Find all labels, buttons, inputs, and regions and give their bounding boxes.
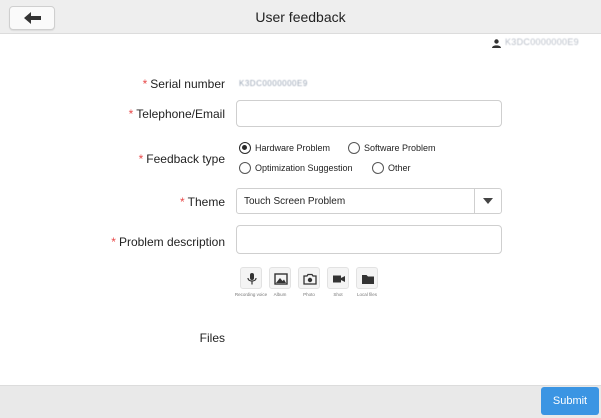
- local-files-label: Local files: [356, 292, 377, 297]
- header-bar: User feedback: [0, 0, 601, 34]
- radio-unchecked-icon: [348, 142, 360, 154]
- required-marker: *: [142, 77, 148, 91]
- theme-selected-value: Touch Screen Problem: [244, 196, 346, 207]
- user-id: K3DC0000000E9: [505, 37, 579, 47]
- local-files-button[interactable]: Local files: [350, 267, 384, 298]
- radio-checked-icon: [239, 142, 251, 154]
- theme-select[interactable]: Touch Screen Problem: [236, 188, 502, 214]
- radio-unchecked-icon: [372, 162, 384, 174]
- image-icon: [274, 273, 288, 285]
- serial-number-label: * Serial number: [142, 77, 225, 91]
- user-info: K3DC0000000E9: [0, 35, 601, 55]
- footer-bar: [0, 385, 601, 418]
- problem-description-label: * Problem description: [111, 235, 225, 249]
- serial-number-value: K3DC0000000E9: [239, 79, 308, 88]
- required-marker: *: [128, 107, 134, 121]
- page-title: User feedback: [255, 9, 346, 25]
- back-button[interactable]: [9, 6, 55, 30]
- radio-unchecked-icon: [239, 162, 251, 174]
- microphone-icon: [247, 273, 257, 285]
- required-marker: *: [179, 195, 185, 209]
- camera-icon: [303, 273, 317, 285]
- files-label: Files: [199, 331, 225, 345]
- required-marker: *: [138, 152, 144, 166]
- submit-button[interactable]: Submit: [541, 387, 599, 415]
- video-camera-icon: [333, 275, 345, 283]
- contact-input[interactable]: [236, 100, 502, 127]
- back-arrow-icon: [24, 12, 41, 24]
- user-icon: [492, 39, 501, 48]
- feedback-type-label: * Feedback type: [138, 152, 225, 166]
- problem-description-input[interactable]: [236, 225, 502, 254]
- theme-label: * Theme: [179, 195, 225, 209]
- chevron-down-icon[interactable]: [474, 189, 501, 213]
- folder-icon: [362, 275, 374, 284]
- contact-label: * Telephone/Email: [128, 107, 225, 121]
- required-marker: *: [111, 235, 116, 249]
